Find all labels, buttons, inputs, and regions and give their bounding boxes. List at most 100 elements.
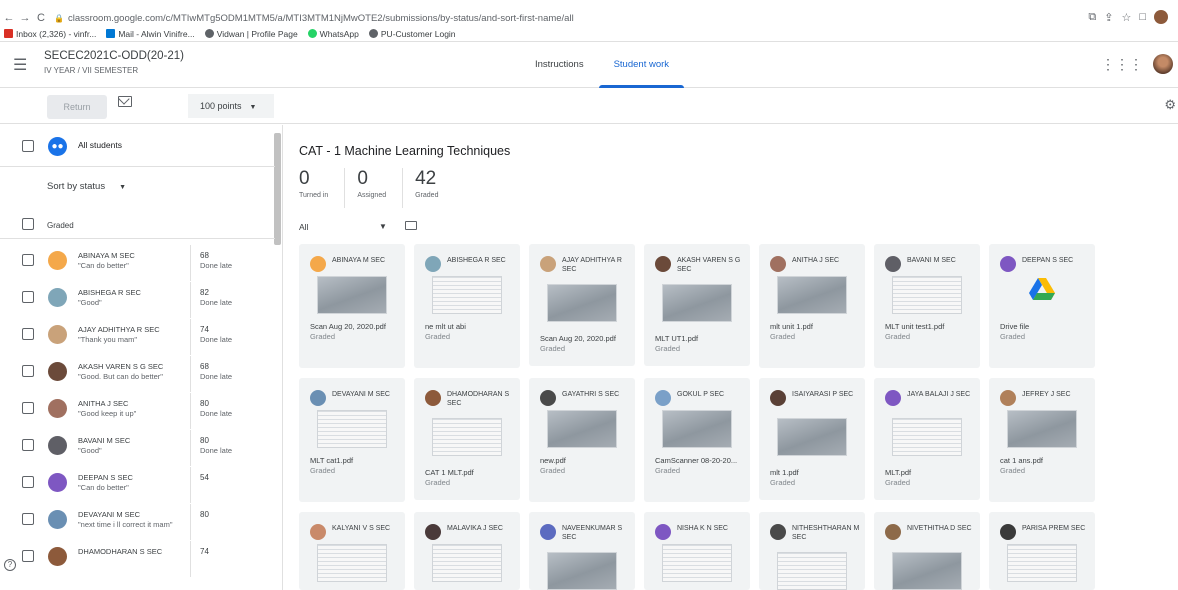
attachment-thumbnail[interactable] bbox=[547, 410, 617, 448]
grade-value[interactable]: 74 bbox=[200, 547, 209, 556]
student-checkbox[interactable] bbox=[22, 365, 34, 377]
points-select[interactable]: 100 points ▼ bbox=[188, 94, 274, 118]
submission-card[interactable]: BAVANI M SEC MLT unit test1.pdf Graded bbox=[874, 244, 980, 368]
attachment-thumbnail[interactable] bbox=[662, 410, 732, 448]
submission-card[interactable]: DEVAYANI M SEC MLT cat1.pdf Graded bbox=[299, 378, 405, 502]
settings-gear-icon[interactable]: ⚙ bbox=[1164, 97, 1176, 113]
return-button[interactable]: Return bbox=[47, 95, 107, 119]
submission-card[interactable]: ANITHA J SEC mlt unit 1.pdf Graded bbox=[759, 244, 865, 368]
share-icon[interactable]: ⇪ bbox=[1104, 11, 1113, 24]
help-icon[interactable]: ? bbox=[4, 559, 16, 571]
student-row[interactable]: DEVAYANI M SEC "next time i ll correct it… bbox=[0, 504, 275, 540]
tab-instructions[interactable]: Instructions bbox=[520, 42, 599, 88]
attachment-thumbnail[interactable] bbox=[1007, 544, 1077, 582]
install-icon[interactable]: ⧉ bbox=[1088, 11, 1096, 24]
submission-card[interactable]: ABINAYA M SEC Scan Aug 20, 2020.pdf Graded bbox=[299, 244, 405, 368]
attachment-filename[interactable]: ne mlt ut abi bbox=[425, 322, 466, 331]
menu-icon[interactable]: ☰ bbox=[13, 55, 27, 75]
attachment-thumbnail[interactable] bbox=[317, 410, 387, 448]
attachment-thumbnail[interactable] bbox=[892, 276, 962, 314]
attachment-thumbnail[interactable] bbox=[777, 552, 847, 590]
all-students-checkbox[interactable] bbox=[22, 140, 34, 152]
bookmark-outlook[interactable]: Mail - Alwin Vinifre... bbox=[106, 29, 195, 39]
student-row[interactable]: ABINAYA M SEC "Can do better" 68 Done late bbox=[0, 245, 275, 281]
attachment-thumbnail[interactable] bbox=[777, 418, 847, 456]
email-icon[interactable] bbox=[118, 96, 132, 107]
attachment-thumbnail[interactable] bbox=[432, 418, 502, 456]
submission-card[interactable]: KALYANI V S SEC bbox=[299, 512, 405, 590]
attachment-thumbnail[interactable] bbox=[432, 276, 502, 314]
student-row[interactable]: DEEPAN S SEC "Can do better" 54 bbox=[0, 467, 275, 503]
grade-value[interactable]: 54 bbox=[200, 473, 209, 482]
student-checkbox[interactable] bbox=[22, 254, 34, 266]
student-checkbox[interactable] bbox=[22, 513, 34, 525]
forward-icon[interactable]: → bbox=[18, 12, 32, 24]
grade-value[interactable]: 82 bbox=[200, 288, 209, 297]
student-checkbox[interactable] bbox=[22, 328, 34, 340]
attachment-thumbnail[interactable] bbox=[432, 544, 502, 582]
submission-card[interactable]: NITHESHTHARAN M SEC bbox=[759, 512, 865, 590]
submission-card[interactable]: MALAVIKA J SEC bbox=[414, 512, 520, 590]
submission-card[interactable]: GOKUL P SEC CamScanner 08-20-20... Graded bbox=[644, 378, 750, 502]
submission-card[interactable]: NIVETHITHA D SEC bbox=[874, 512, 980, 590]
student-checkbox[interactable] bbox=[22, 476, 34, 488]
submission-card[interactable]: AKASH VAREN S G SEC MLT UT1.pdf Graded bbox=[644, 244, 750, 366]
submission-card[interactable]: JEFREY J SEC cat 1 ans.pdf Graded bbox=[989, 378, 1095, 502]
attachment-filename[interactable]: new.pdf bbox=[540, 456, 566, 465]
tab-student-work[interactable]: Student work bbox=[598, 42, 685, 88]
attachment-thumbnail[interactable] bbox=[547, 284, 617, 322]
attachment-thumbnail[interactable] bbox=[892, 552, 962, 590]
attachment-thumbnail[interactable] bbox=[317, 544, 387, 582]
attachment-filename[interactable]: CAT 1 MLT.pdf bbox=[425, 468, 474, 477]
submission-card[interactable]: NISHA K N SEC bbox=[644, 512, 750, 590]
back-icon[interactable]: ← bbox=[2, 12, 16, 24]
student-checkbox[interactable] bbox=[22, 439, 34, 451]
student-row[interactable]: ABISHEGA R SEC "Good" 82 Done late bbox=[0, 282, 275, 318]
filter-select[interactable]: All ▼ bbox=[299, 222, 387, 232]
graded-group-row[interactable]: Graded bbox=[0, 211, 275, 239]
submission-card[interactable]: JAYA BALAJI J SEC MLT.pdf Graded bbox=[874, 378, 980, 500]
student-checkbox[interactable] bbox=[22, 402, 34, 414]
submission-card[interactable]: ABISHEGA R SEC ne mlt ut abi Graded bbox=[414, 244, 520, 368]
student-checkbox[interactable] bbox=[22, 291, 34, 303]
all-students-row[interactable]: ●● All students bbox=[0, 125, 275, 167]
attachment-filename[interactable]: CamScanner 08-20-20... bbox=[655, 456, 737, 465]
grade-value[interactable]: 80 bbox=[200, 436, 209, 445]
attachment-filename[interactable]: MLT unit test1.pdf bbox=[885, 322, 944, 331]
submission-card[interactable]: PARISA PREM SEC bbox=[989, 512, 1095, 590]
reload-icon[interactable]: C bbox=[34, 12, 48, 24]
student-row[interactable]: AKASH VAREN S G SEC "Good. But can do bet… bbox=[0, 356, 275, 392]
grade-value[interactable]: 68 bbox=[200, 251, 209, 260]
attachment-thumbnail[interactable] bbox=[662, 544, 732, 582]
attachment-filename[interactable]: MLT cat1.pdf bbox=[310, 456, 353, 465]
submission-card[interactable]: ISAIYARASI P SEC mlt 1.pdf Graded bbox=[759, 378, 865, 500]
bookmark-whatsapp[interactable]: WhatsApp bbox=[307, 29, 359, 39]
attachment-filename[interactable]: Scan Aug 20, 2020.pdf bbox=[310, 322, 386, 331]
submission-card[interactable]: AJAY ADHITHYA R SEC Scan Aug 20, 2020.pdf… bbox=[529, 244, 635, 366]
attachment-filename[interactable]: MLT UT1.pdf bbox=[655, 334, 698, 343]
student-row[interactable]: AJAY ADHITHYA R SEC "Thank you mam" 74 Done… bbox=[0, 319, 275, 355]
graded-checkbox[interactable] bbox=[22, 218, 34, 230]
submission-card[interactable]: DHAMODHARAN S SEC CAT 1 MLT.pdf Graded bbox=[414, 378, 520, 500]
attachment-filename[interactable]: Scan Aug 20, 2020.pdf bbox=[540, 334, 616, 343]
star-icon[interactable]: ☆ bbox=[1121, 11, 1131, 24]
submission-card[interactable]: GAYATHRI S SEC new.pdf Graded bbox=[529, 378, 635, 502]
grade-value[interactable]: 80 bbox=[200, 399, 209, 408]
sidepanel-icon[interactable]: □ bbox=[1139, 11, 1146, 23]
student-row[interactable]: BAVANI M SEC "Good" 80 Done late bbox=[0, 430, 275, 466]
account-avatar[interactable] bbox=[1153, 54, 1173, 74]
attachment-thumbnail[interactable] bbox=[1007, 410, 1077, 448]
sort-select[interactable]: Sort by status ▼ bbox=[47, 181, 126, 192]
scrollbar[interactable] bbox=[274, 133, 281, 245]
attachment-thumbnail[interactable] bbox=[547, 552, 617, 590]
attachment-filename[interactable]: mlt 1.pdf bbox=[770, 468, 799, 477]
grade-value[interactable]: 68 bbox=[200, 362, 209, 371]
apps-grid-icon[interactable]: ⋮⋮⋮ bbox=[1101, 56, 1143, 73]
profile-avatar[interactable] bbox=[1154, 10, 1168, 24]
attachment-thumbnail[interactable] bbox=[777, 276, 847, 314]
grade-value[interactable]: 80 bbox=[200, 510, 209, 519]
bookmark-gmail[interactable]: Inbox (2,326) - vinfr... bbox=[4, 29, 96, 39]
bookmark-vidwan[interactable]: Vidwan | Profile Page bbox=[204, 29, 298, 39]
attachment-thumbnail[interactable] bbox=[662, 284, 732, 322]
submission-card[interactable]: NAVEENKUMAR S SEC bbox=[529, 512, 635, 590]
